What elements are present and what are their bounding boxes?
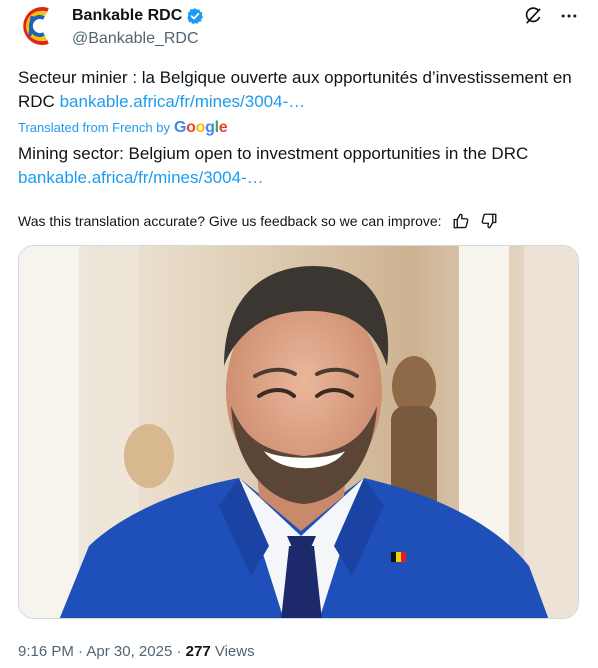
author-handle[interactable]: @Bankable_RDC: [72, 29, 204, 49]
translation-attribution[interactable]: Translated from French by Google: [18, 118, 228, 138]
author-block: Bankable RDC @Bankable_RDC: [72, 6, 204, 49]
portrait-image: [19, 246, 578, 618]
thumbs-down-icon[interactable]: [480, 212, 498, 230]
translated-link[interactable]: bankable.africa/fr/mines/3004-…: [18, 168, 264, 187]
grok-icon[interactable]: [522, 5, 544, 27]
meta-separator: ·: [78, 643, 84, 660]
post-translated-text: Mining sector: Belgium open to investmen…: [18, 142, 578, 190]
bankable-logo-icon: [18, 4, 62, 48]
feedback-prompt: Was this translation accurate? Give us f…: [18, 213, 442, 229]
post-photo[interactable]: [18, 245, 579, 619]
translated-text: Mining sector: Belgium open to investmen…: [18, 144, 529, 163]
post-time[interactable]: 9:16 PM: [18, 643, 74, 660]
google-logo-icon: Google: [173, 119, 228, 136]
views-count: 277: [185, 643, 211, 660]
translation-feedback: Was this translation accurate? Give us f…: [18, 211, 498, 231]
thumbs-up-icon[interactable]: [452, 212, 470, 230]
header-actions: [522, 5, 580, 27]
post-original-text: Secteur minier : la Belgique ouverte aux…: [18, 66, 578, 114]
post-meta: 9:16 PM · Apr 30, 2025 · 277 Views: [18, 642, 255, 662]
verified-badge-icon[interactable]: [186, 7, 204, 25]
translated-label: Translated from French by: [18, 120, 170, 135]
views-label: Views: [214, 643, 255, 660]
original-link[interactable]: bankable.africa/fr/mines/3004-…: [60, 92, 306, 111]
meta-separator-2: ·: [176, 643, 182, 660]
avatar[interactable]: [18, 4, 62, 48]
author-name[interactable]: Bankable RDC: [72, 6, 182, 26]
tweet: Bankable RDC @Bankable_RDC Secteur minie…: [0, 0, 598, 668]
post-date[interactable]: Apr 30, 2025: [86, 643, 172, 660]
more-icon[interactable]: [558, 5, 580, 27]
